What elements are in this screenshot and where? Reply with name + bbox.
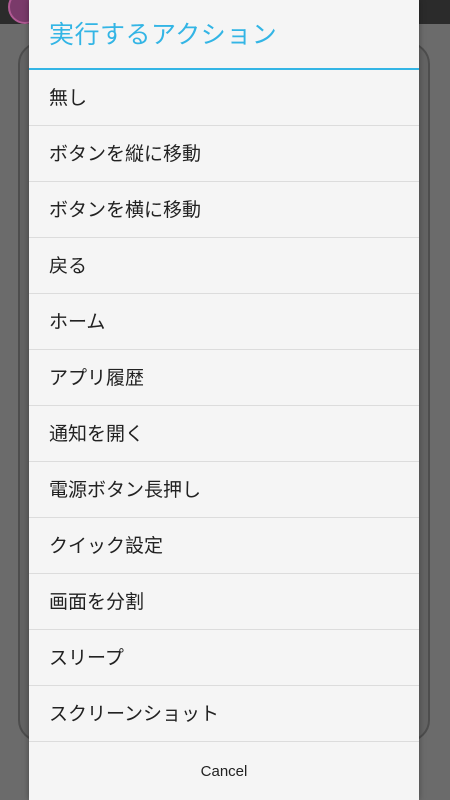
list-item-screenshot[interactable]: スクリーンショット	[29, 686, 419, 742]
cancel-button[interactable]: Cancel	[201, 763, 248, 780]
list-item-quick-settings[interactable]: クイック設定	[29, 518, 419, 574]
list-item-move-horizontal[interactable]: ボタンを横に移動	[29, 182, 419, 238]
list-item-back[interactable]: 戻る	[29, 238, 419, 294]
list-item-app-history[interactable]: アプリ履歴	[29, 350, 419, 406]
dialog-title: 実行するアクション	[29, 0, 419, 70]
list-item-home[interactable]: ホーム	[29, 294, 419, 350]
list-item-move-vertical[interactable]: ボタンを縦に移動	[29, 126, 419, 182]
list-item-sleep[interactable]: スリープ	[29, 630, 419, 686]
list-item-long-press-power[interactable]: 電源ボタン長押し	[29, 462, 419, 518]
list-item-none[interactable]: 無し	[29, 70, 419, 126]
list-item-split-screen[interactable]: 画面を分割	[29, 574, 419, 630]
action-dialog: 実行するアクション 無し ボタンを縦に移動 ボタンを横に移動 戻る ホーム アプ…	[29, 0, 419, 800]
dialog-footer: Cancel	[29, 746, 419, 800]
list-item-open-notifications[interactable]: 通知を開く	[29, 406, 419, 462]
action-list: 無し ボタンを縦に移動 ボタンを横に移動 戻る ホーム アプリ履歴 通知を開く …	[29, 70, 419, 742]
